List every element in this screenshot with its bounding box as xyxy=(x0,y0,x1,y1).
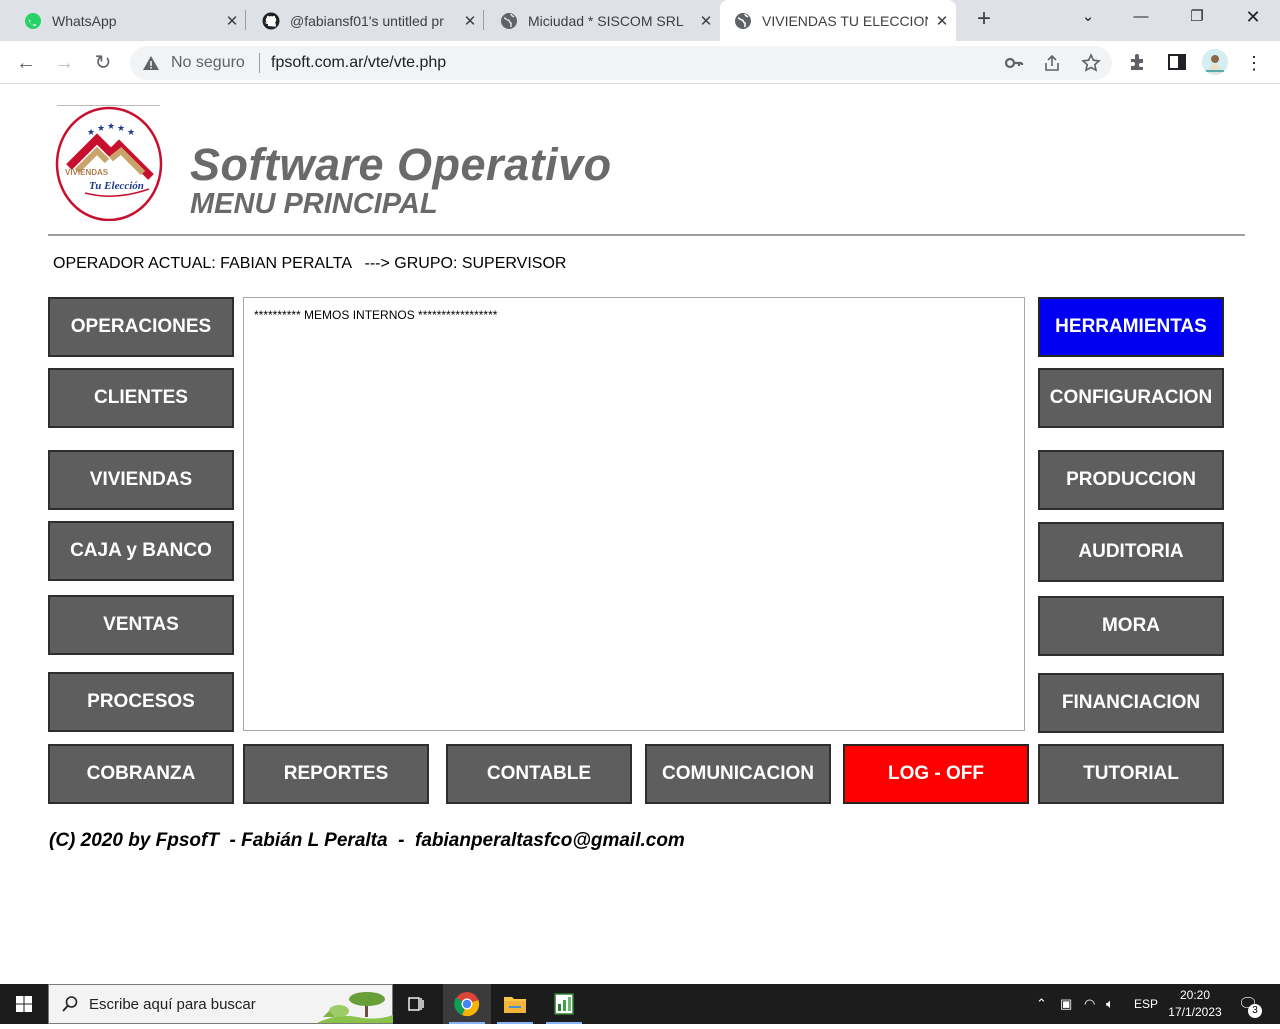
procesos-button[interactable]: PROCESOS xyxy=(48,672,234,732)
page-subtitle: MENU PRINCIPAL xyxy=(190,188,438,220)
extensions-icon[interactable] xyxy=(1128,52,1148,72)
close-tab-icon[interactable]: ✕ xyxy=(928,12,956,30)
page-content: ★ ★ ★ ★ ★ VIVIENDAS Tu Elección Software… xyxy=(0,85,1280,984)
meet-now-icon[interactable]: ▣ xyxy=(1060,996,1072,1012)
spreadsheet-icon xyxy=(554,993,574,1015)
reload-button[interactable]: ↻ xyxy=(89,49,117,77)
key-icon[interactable] xyxy=(1004,53,1024,73)
svg-text:★: ★ xyxy=(97,124,105,134)
security-label[interactable]: No seguro xyxy=(171,54,245,72)
contable-button[interactable]: CONTABLE xyxy=(446,744,632,804)
url-text[interactable]: fpsoft.com.ar/vte/vte.php xyxy=(271,54,446,72)
log-off-button[interactable]: LOG - OFF xyxy=(843,744,1029,804)
operaciones-button[interactable]: OPERACIONES xyxy=(48,297,234,357)
comunicacion-button[interactable]: COMUNICACION xyxy=(645,744,831,804)
svg-text:★: ★ xyxy=(107,122,115,132)
github-icon xyxy=(262,12,280,29)
file-explorer-button[interactable] xyxy=(491,984,539,1024)
tab-miciudad[interactable]: Miciudad * SISCOM SRL ✕ xyxy=(486,0,720,41)
tab-title: Miciudad * SISCOM SRL xyxy=(528,12,684,29)
globe-icon xyxy=(501,12,517,29)
globe-icon xyxy=(735,12,751,29)
clientes-button[interactable]: CLIENTES xyxy=(48,368,234,428)
clock-date[interactable]: 17/1/2023 xyxy=(1164,1005,1226,1019)
show-hidden-icons-chevron-icon[interactable]: ⌃ xyxy=(1036,996,1047,1012)
tab-title: WhatsApp xyxy=(52,12,117,29)
url-separator xyxy=(259,53,260,73)
close-tab-icon[interactable]: ✕ xyxy=(456,12,484,30)
clock-time[interactable]: 20:20 xyxy=(1168,988,1222,1002)
operator-info: OPERADOR ACTUAL: FABIAN PERALTA ---> GRU… xyxy=(53,255,567,272)
profile-avatar[interactable] xyxy=(1202,49,1228,75)
folder-icon xyxy=(504,997,526,1013)
start-button[interactable] xyxy=(0,984,48,1024)
memos-textarea[interactable]: ********** MEMOS INTERNOS **************… xyxy=(243,297,1025,731)
tab-title: @fabiansf01's untitled pr xyxy=(290,12,444,29)
close-tab-icon[interactable]: ✕ xyxy=(692,12,720,30)
windows-taskbar: Escribe aquí para buscar ⌃ ▣ ◠ 🔈︎ ESP 20… xyxy=(0,984,1280,1024)
browser-toolbar: ← → ↻ No seguro fpsoft.com.ar/vte/vte.ph… xyxy=(0,41,1280,84)
avatar-image xyxy=(1202,49,1228,75)
tab-search-chevron-icon[interactable]: ⌄ xyxy=(1065,0,1111,34)
financiacion-button[interactable]: FINANCIACION xyxy=(1038,673,1224,733)
cobranza-button[interactable]: COBRANZA xyxy=(48,744,234,804)
caja-banco-button[interactable]: CAJA y BANCO xyxy=(48,521,234,581)
browser-tab-bar: WhatsApp ✕ @fabiansf01's untitled pr ✕ M… xyxy=(0,0,1280,41)
herramientas-button[interactable]: HERRAMIENTAS xyxy=(1038,297,1224,357)
notification-count-badge: 3 xyxy=(1248,1004,1262,1018)
viviendas-button[interactable]: VIVIENDAS xyxy=(48,450,234,510)
taskbar-search-box[interactable]: Escribe aquí para buscar xyxy=(48,984,393,1024)
maximize-button[interactable]: ❐ xyxy=(1174,0,1220,34)
svg-text:VIVIENDAS: VIVIENDAS xyxy=(65,168,109,177)
windows-logo-icon xyxy=(16,996,32,1012)
minimize-button[interactable]: — xyxy=(1118,0,1164,34)
task-view-button[interactable] xyxy=(392,984,440,1024)
close-window-button[interactable]: ✕ xyxy=(1230,0,1276,34)
share-icon[interactable] xyxy=(1042,53,1062,73)
search-icon xyxy=(62,996,78,1012)
tab-github[interactable]: @fabiansf01's untitled pr ✕ xyxy=(248,0,484,41)
configuracion-button[interactable]: CONFIGURACION xyxy=(1038,368,1224,428)
spreadsheet-app-button[interactable] xyxy=(540,984,588,1024)
tab-viviendas[interactable]: VIVIENDAS TU ELECCION ✕ xyxy=(720,0,956,41)
tab-title: VIVIENDAS TU ELECCION xyxy=(762,12,928,29)
side-panel-icon[interactable] xyxy=(1167,52,1187,72)
svg-text:Tu Elección: Tu Elección xyxy=(89,180,144,192)
warning-icon[interactable] xyxy=(142,54,160,72)
search-highlight-illustration xyxy=(317,992,393,1023)
browser-menu-icon[interactable]: ⋮ xyxy=(1240,49,1268,77)
chrome-icon xyxy=(454,992,480,1017)
tutorial-button[interactable]: TUTORIAL xyxy=(1038,744,1224,804)
auditoria-button[interactable]: AUDITORIA xyxy=(1038,522,1224,582)
ventas-button[interactable]: VENTAS xyxy=(48,595,234,655)
forward-button[interactable]: → xyxy=(50,49,78,77)
reportes-button[interactable]: REPORTES xyxy=(243,744,429,804)
star-icon[interactable] xyxy=(1081,53,1101,73)
network-icon[interactable]: ◠ xyxy=(1084,996,1095,1012)
volume-icon[interactable]: 🔈︎ xyxy=(1106,996,1114,1012)
company-logo: ★ ★ ★ ★ ★ VIVIENDAS Tu Elección xyxy=(55,106,163,221)
task-view-icon xyxy=(408,997,424,1011)
search-placeholder: Escribe aquí para buscar xyxy=(89,996,256,1013)
close-tab-icon[interactable]: ✕ xyxy=(218,12,246,30)
chrome-taskbar-button[interactable] xyxy=(443,984,491,1024)
new-tab-button[interactable]: + xyxy=(970,6,998,34)
svg-text:★: ★ xyxy=(127,128,135,138)
back-button[interactable]: ← xyxy=(12,49,40,77)
svg-text:★: ★ xyxy=(117,124,125,134)
produccion-button[interactable]: PRODUCCION xyxy=(1038,450,1224,510)
copyright-footer: (C) 2020 by FpsofT - Fabián L Peralta - … xyxy=(49,830,685,851)
whatsapp-icon xyxy=(25,12,41,29)
mora-button[interactable]: MORA xyxy=(1038,596,1224,656)
header-divider xyxy=(48,234,1245,236)
tab-whatsapp[interactable]: WhatsApp ✕ xyxy=(10,0,246,41)
input-language[interactable]: ESP xyxy=(1134,997,1158,1011)
address-bar[interactable]: No seguro fpsoft.com.ar/vte/vte.php xyxy=(130,46,1112,80)
page-title: Software Operativo xyxy=(190,139,612,190)
